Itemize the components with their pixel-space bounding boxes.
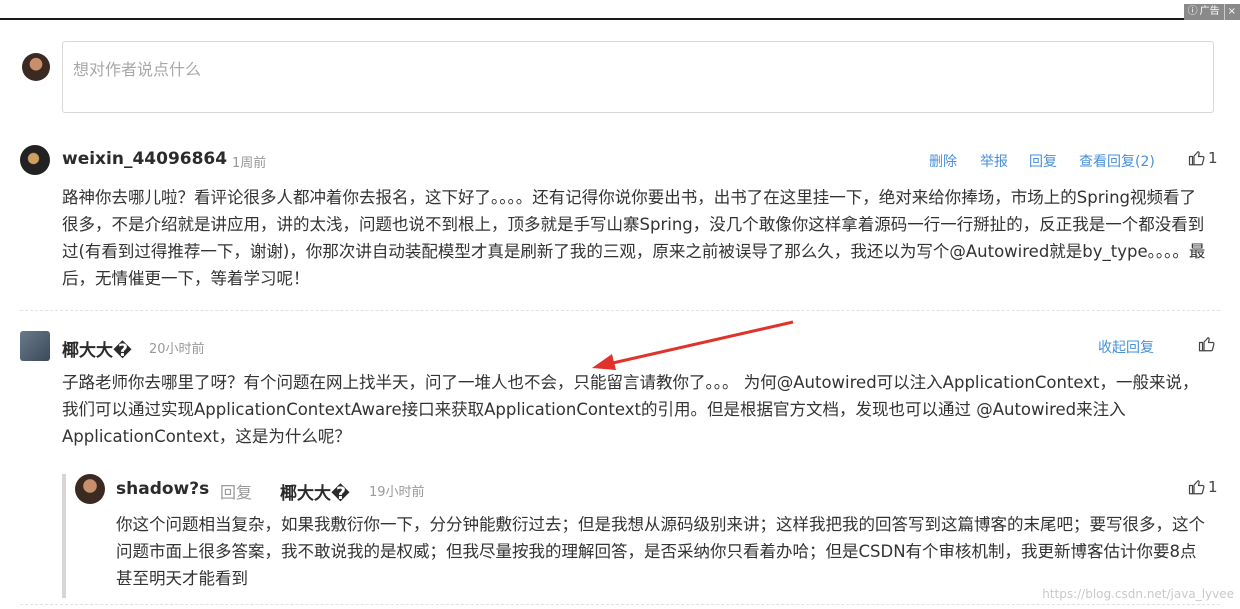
like-button[interactable]: 1 (1188, 478, 1218, 496)
like-count: 1 (1208, 149, 1218, 167)
reply-time: 19小时前 (369, 485, 425, 500)
ad-badge[interactable]: ⓘ 广告 × (1183, 4, 1240, 20)
comment-text: 路神你去哪儿啦？看评论很多人都冲着你去报名，这下好了。。。。还有记得你说你要出书… (62, 188, 1206, 288)
top-border (0, 18, 1240, 20)
ad-info-icon: ⓘ (1187, 6, 1198, 17)
delete-button[interactable]: 删除 (929, 151, 957, 171)
avatar[interactable] (20, 331, 50, 361)
like-button[interactable] (1198, 335, 1216, 353)
view-replies-button[interactable]: 查看回复(2) (1079, 151, 1155, 171)
comment-input-placeholder: 想对作者说点什么 (73, 60, 202, 79)
collapse-replies-button[interactable]: 收起回复 (1098, 337, 1154, 357)
ad-label: 广告 (1199, 6, 1220, 17)
report-button[interactable]: 举报 (980, 151, 1008, 171)
thumbs-up-icon (1188, 480, 1205, 495)
like-button[interactable]: 1 (1188, 149, 1218, 167)
reply-text: 你这个问题相当复杂，如果我敷衍你一下，分分钟能敷衍过去；但是我想从源码级别来讲；… (116, 515, 1205, 588)
current-user-avatar (22, 53, 50, 81)
annotation-arrow (592, 320, 794, 370)
like-count: 1 (1208, 478, 1218, 496)
comment-input[interactable]: 想对作者说点什么 (62, 41, 1214, 113)
comment-time: 20小时前 (149, 342, 205, 357)
avatar[interactable] (75, 474, 105, 504)
ad-close-icon[interactable]: × (1223, 4, 1236, 20)
reply-thread-bar (62, 474, 66, 598)
reply-button[interactable]: 回复 (1029, 151, 1057, 171)
comment-text: 子路老师你去哪里了呀？有个问题在网上找半天，问了一堆人也不会，只能留言请教你了。… (62, 373, 1199, 446)
comment-divider (20, 310, 1220, 311)
thumbs-up-icon (1198, 337, 1215, 352)
reply-username[interactable]: shadow?s (116, 479, 209, 499)
thumbs-up-icon (1188, 151, 1205, 166)
watermark: https://blog.csdn.net/java_lyvee (1042, 587, 1234, 601)
comment-divider (20, 604, 1220, 605)
reply-word: 回复 (220, 483, 253, 502)
comment-username[interactable]: 椰大大� (62, 336, 132, 361)
avatar[interactable] (20, 145, 50, 175)
reply-to-username[interactable]: 椰大大� (280, 479, 350, 504)
comment-time: 1周前 (232, 156, 267, 171)
comment-username[interactable]: weixin_44096864 (62, 149, 227, 169)
